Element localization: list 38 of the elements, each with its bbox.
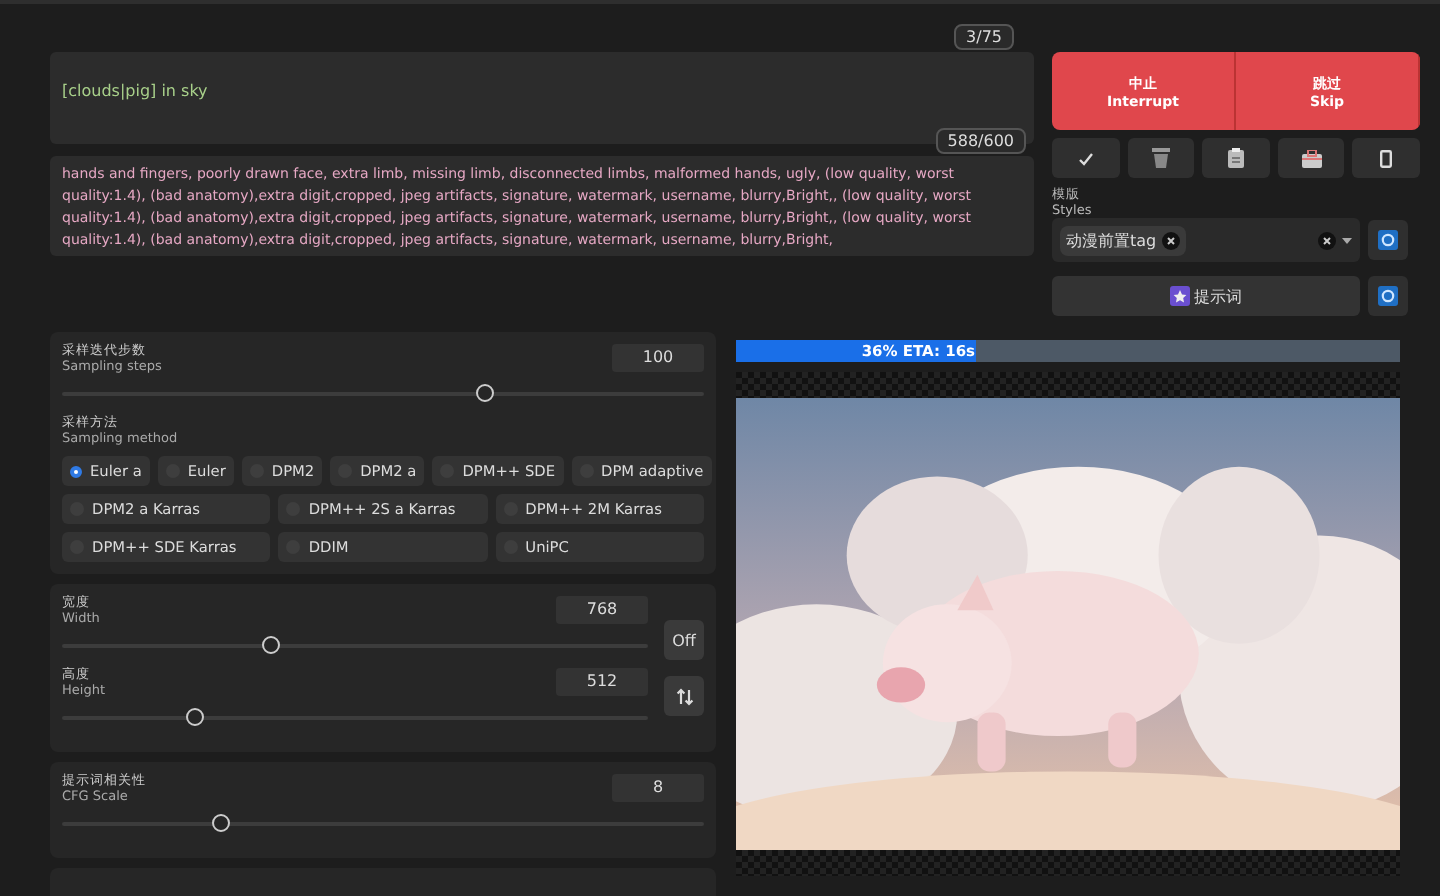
styles-dropdown[interactable]: 动漫前置tag	[1052, 218, 1360, 262]
tag-label: 动漫前置tag	[1066, 229, 1157, 251]
clipboard-icon	[1227, 148, 1244, 168]
swap-button[interactable]	[664, 676, 704, 716]
trash-tool-button[interactable]	[1127, 138, 1195, 178]
caret-icon[interactable]	[1342, 237, 1352, 243]
token-counter: 588/600	[935, 128, 1026, 154]
prompt-text: [clouds|pig] in sky	[62, 82, 208, 100]
star-icon	[1170, 286, 1190, 306]
refresh-icon	[1378, 286, 1398, 306]
refresh-button[interactable]	[1368, 276, 1408, 316]
height-value-field[interactable]: 512	[556, 668, 648, 696]
slider-thumb[interactable]	[262, 636, 281, 654]
negative-prompt-field[interactable]	[50, 156, 1034, 256]
clear-icon[interactable]	[1318, 231, 1336, 249]
off-button[interactable]: Off	[664, 620, 704, 660]
bag-icon	[1301, 149, 1322, 167]
slider-thumb[interactable]	[475, 384, 494, 402]
slider-thumb[interactable]	[186, 708, 205, 726]
steps-value-field[interactable]: 100	[612, 344, 704, 372]
clipboard-tool-button[interactable]	[1202, 138, 1270, 178]
trash-icon	[1151, 148, 1170, 168]
radio-button[interactable]	[70, 465, 82, 477]
frame-icon	[1380, 149, 1393, 167]
cfg-value-field[interactable]: 8	[612, 774, 704, 802]
bag-tool-button[interactable]	[1277, 138, 1345, 178]
style-tag[interactable]: 动漫前置tag	[1060, 225, 1187, 255]
slider-thumb[interactable]	[212, 814, 231, 832]
prompt-button[interactable]: 提示词	[1052, 276, 1360, 316]
check-icon	[1077, 151, 1094, 165]
refresh-button[interactable]	[1368, 220, 1408, 260]
refresh-icon	[1378, 230, 1398, 250]
swap-icon	[675, 687, 693, 705]
width-value-field[interactable]: 768	[556, 596, 648, 624]
token-counter: 3/75	[954, 24, 1014, 50]
frame-tool-button[interactable]	[1352, 138, 1420, 178]
close-icon[interactable]	[1162, 231, 1181, 249]
check-tool-button[interactable]	[1052, 138, 1120, 178]
